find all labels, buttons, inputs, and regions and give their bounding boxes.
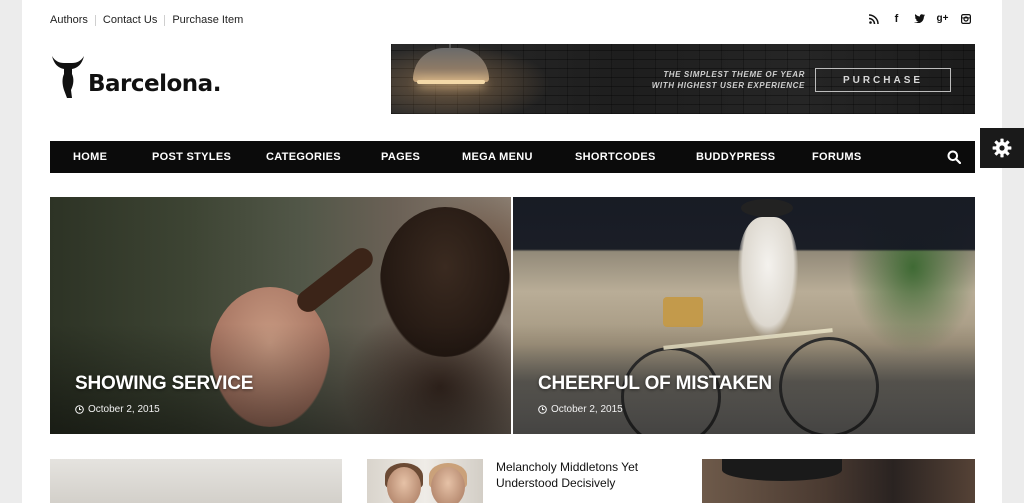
card-3-image-hat [722, 459, 842, 481]
card-2-title[interactable]: Melancholy Middletons Yet Understood Dec… [496, 459, 676, 491]
clock-icon [75, 405, 84, 414]
card-2-image-face [387, 467, 421, 503]
bull-logo-icon [52, 56, 84, 98]
site-logo-text: Barcelona. [88, 71, 221, 97]
nav-item-home[interactable]: HOME [73, 141, 107, 173]
instagram-icon[interactable] [959, 12, 972, 25]
hero-2-date: October 2, 2015 [538, 404, 623, 415]
banner-purchase-button[interactable]: PURCHASE [815, 68, 951, 92]
ad-banner[interactable]: THE SIMPLEST THEME OF YEAR WITH HIGHEST … [391, 44, 975, 114]
hero-2-image-woman [738, 217, 798, 337]
nav-item-shortcodes[interactable]: SHORTCODES [575, 141, 656, 173]
banner-tagline-line2: WITH HIGHEST USER EXPERIENCE [651, 81, 805, 90]
nav-item-post-styles[interactable]: POST STYLES [152, 141, 231, 173]
social-icons: f g+ [867, 12, 972, 25]
top-link-contact-us[interactable]: Contact Us [96, 14, 164, 27]
rss-icon[interactable] [867, 12, 880, 25]
card-2-image[interactable] [367, 459, 483, 503]
nav-item-categories[interactable]: CATEGORIES [266, 141, 341, 173]
clock-icon [538, 405, 547, 414]
twitter-icon[interactable] [913, 12, 926, 25]
search-icon[interactable] [947, 150, 961, 164]
banner-tagline: THE SIMPLEST THEME OF YEAR WITH HIGHEST … [641, 69, 805, 91]
banner-tagline-line1: THE SIMPLEST THEME OF YEAR [663, 70, 805, 79]
hero-1-date: October 2, 2015 [75, 404, 160, 415]
main-nav: HOME POST STYLES CATEGORIES PAGES MEGA M… [50, 141, 975, 173]
facebook-icon[interactable]: f [890, 12, 903, 25]
gear-icon [992, 138, 1012, 158]
card-2-image-face [431, 467, 465, 503]
nav-item-buddypress[interactable]: BUDDYPRESS [696, 141, 775, 173]
top-links: Authors Contact Us Purchase Item [50, 14, 250, 27]
hero-post-1[interactable]: SHOWING SERVICE October 2, 2015 [50, 197, 511, 434]
hero-post-2[interactable]: CHEERFUL OF MISTAKEN October 2, 2015 [513, 197, 975, 434]
banner-lamp-light [417, 80, 485, 84]
nav-item-mega-menu[interactable]: MEGA MENU [462, 141, 533, 173]
hero-1-title[interactable]: SHOWING SERVICE [75, 373, 253, 395]
hero-1-image-pipe [292, 243, 378, 317]
nav-item-pages[interactable]: PAGES [381, 141, 420, 173]
hero-1-date-text: October 2, 2015 [88, 404, 160, 415]
google-plus-icon[interactable]: g+ [936, 12, 949, 25]
hero-2-image-hat [741, 199, 793, 217]
top-link-authors[interactable]: Authors [50, 14, 95, 27]
page-container: Authors Contact Us Purchase Item f g+ Ba… [22, 0, 1002, 503]
top-link-purchase-item[interactable]: Purchase Item [165, 14, 250, 27]
nav-item-forums[interactable]: FORUMS [812, 141, 861, 173]
card-1-image[interactable] [50, 459, 342, 503]
settings-tab[interactable] [980, 128, 1024, 168]
site-logo[interactable]: Barcelona. [50, 54, 221, 98]
hero-2-image-basket [663, 297, 703, 327]
hero-2-title[interactable]: CHEERFUL OF MISTAKEN [538, 373, 772, 395]
hero-2-date-text: October 2, 2015 [551, 404, 623, 415]
card-3-image[interactable] [702, 459, 975, 503]
